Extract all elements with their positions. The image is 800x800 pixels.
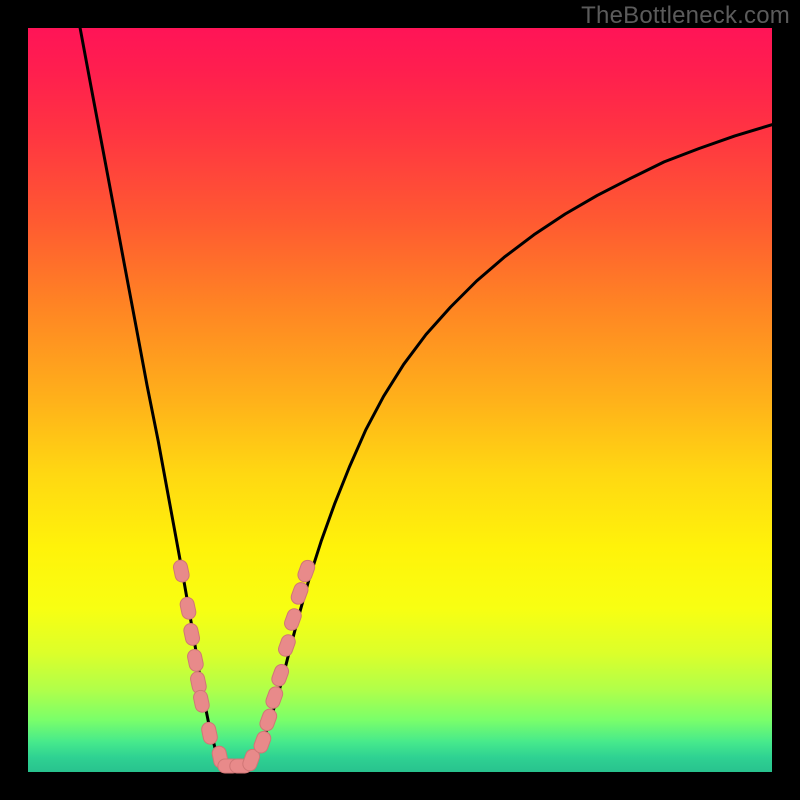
data-marker <box>186 648 204 672</box>
plot-area <box>28 28 772 772</box>
data-marker <box>200 721 218 745</box>
marker-group <box>172 558 316 773</box>
watermark-text: TheBottleneck.com <box>581 2 790 30</box>
bottleneck-curve <box>80 28 772 769</box>
chart-svg <box>28 28 772 772</box>
data-marker <box>264 685 285 710</box>
data-marker <box>172 559 190 583</box>
outer-frame: TheBottleneck.com <box>0 0 800 800</box>
data-marker <box>270 663 291 688</box>
data-marker <box>258 707 279 732</box>
data-marker <box>183 622 201 646</box>
data-marker <box>192 689 210 713</box>
data-marker <box>179 596 197 620</box>
